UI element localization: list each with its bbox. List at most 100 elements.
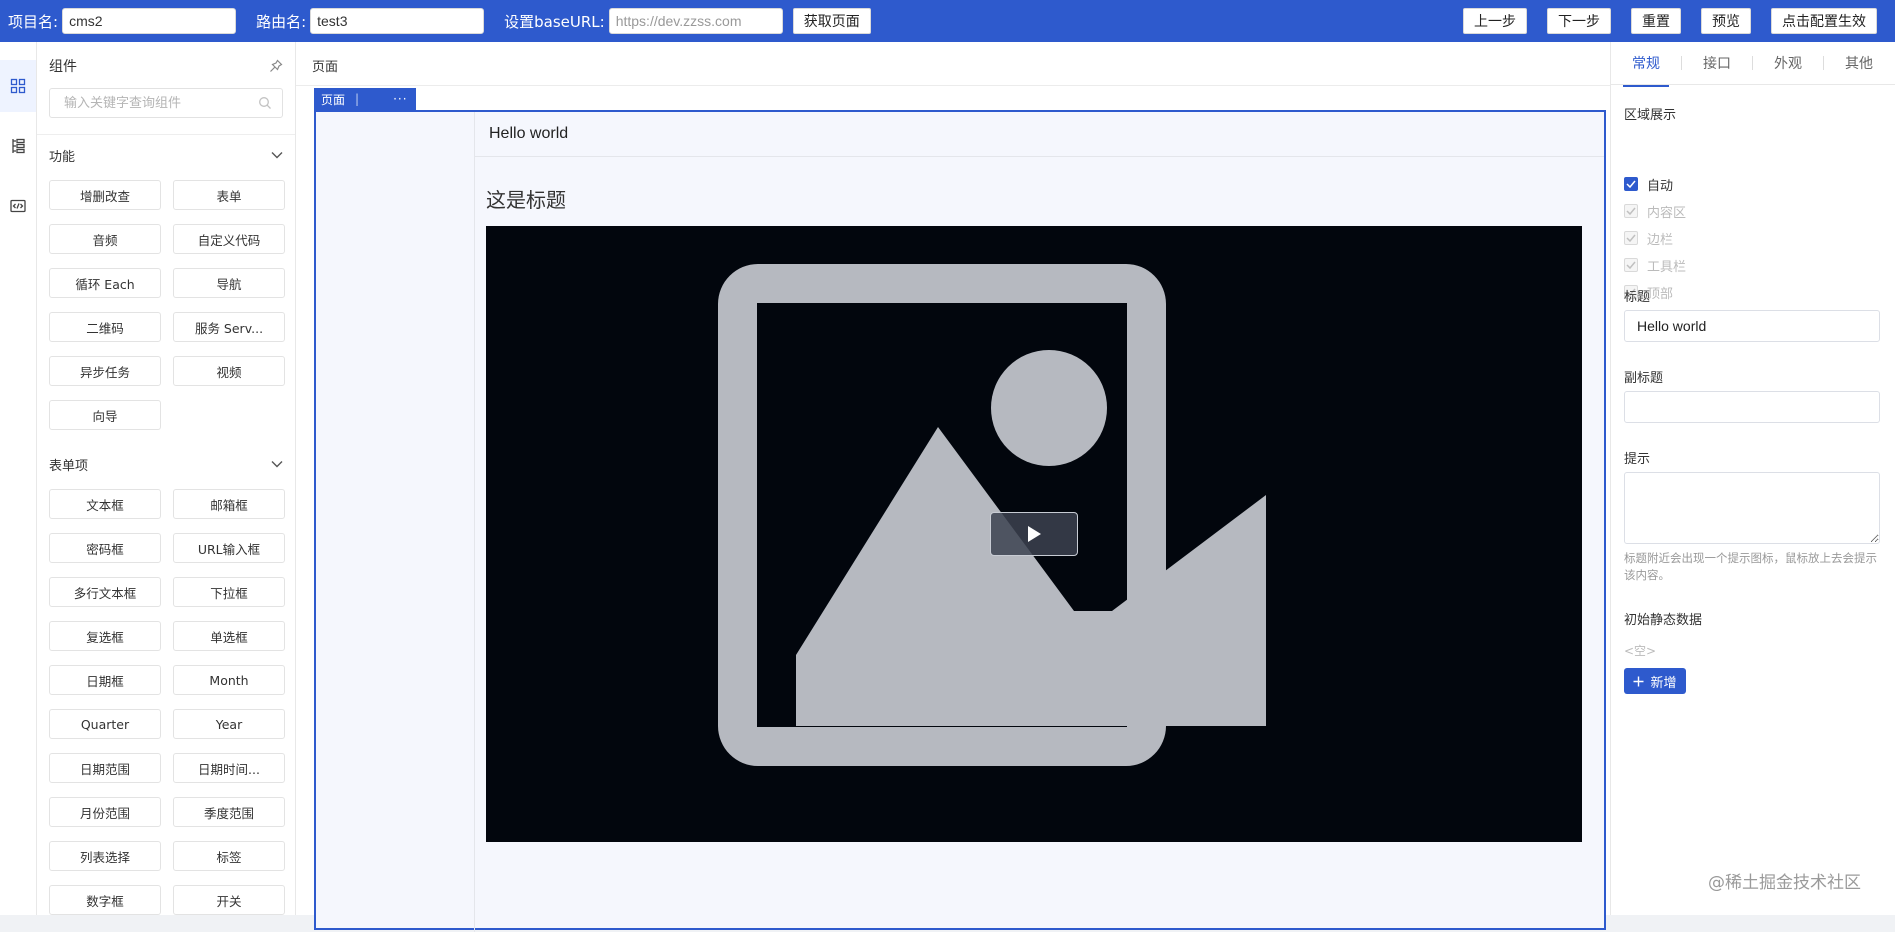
- apply-config-button[interactable]: 点击配置生效: [1771, 8, 1877, 34]
- component-panel-header: 组件: [49, 56, 283, 76]
- component-panel-title: 组件: [49, 59, 77, 75]
- component-item-button[interactable]: 多行文本框: [49, 577, 161, 607]
- chevron-down-icon: [271, 461, 283, 468]
- property-tabs: 常规 接口 外观 其他: [1611, 42, 1895, 87]
- tip-label: 提示: [1624, 452, 1651, 467]
- section-header-form-items[interactable]: 表单项: [49, 454, 283, 474]
- component-item-button[interactable]: 自定义代码: [173, 224, 285, 254]
- route-name-label: 路由名:: [256, 12, 307, 31]
- title-input[interactable]: [1624, 310, 1880, 342]
- component-item-button[interactable]: 日期范围: [49, 753, 161, 783]
- tab-api[interactable]: 接口: [1682, 53, 1752, 73]
- component-item-button[interactable]: Quarter: [49, 709, 161, 739]
- component-item-button[interactable]: 文本框: [49, 489, 161, 519]
- outline-tree-icon: [12, 138, 25, 154]
- chevron-down-icon: [271, 152, 283, 159]
- component-item-button[interactable]: 开关: [173, 885, 285, 915]
- component-item-button[interactable]: 视频: [173, 356, 285, 386]
- component-item-button[interactable]: 季度范围: [173, 797, 285, 827]
- component-item-button[interactable]: 日期框: [49, 665, 161, 695]
- subtitle-label: 副标题: [1624, 371, 1664, 386]
- more-actions-icon[interactable]: ···: [393, 92, 407, 106]
- component-item-button[interactable]: 日期时间...: [173, 753, 285, 783]
- component-item-button[interactable]: 增删改查: [49, 180, 161, 210]
- component-item-button[interactable]: 音频: [49, 224, 161, 254]
- watermark: @稀土掘金技术社区: [1708, 873, 1861, 893]
- component-search-input[interactable]: [62, 89, 258, 117]
- component-item-button[interactable]: 月份范围: [49, 797, 161, 827]
- component-item-button[interactable]: 向导: [49, 400, 161, 430]
- component-item-button[interactable]: Year: [173, 709, 285, 739]
- baseurl-input[interactable]: [608, 8, 783, 34]
- component-item-button[interactable]: 下拉框: [173, 577, 285, 607]
- rail-outline-tab[interactable]: [0, 120, 36, 172]
- selected-node-name: 页面: [321, 92, 346, 107]
- tip-hint-text: 标题附近会出现一个提示图标，鼠标放上去会提示该内容。: [1624, 551, 1877, 582]
- project-name-label: 项目名:: [8, 12, 59, 31]
- region-checkbox-1: 内容区: [1624, 202, 1686, 221]
- prev-step-button[interactable]: 上一步: [1463, 8, 1527, 34]
- tip-textarea[interactable]: [1624, 472, 1880, 544]
- code-icon: [10, 199, 26, 213]
- route-name-input[interactable]: [310, 8, 485, 34]
- component-item-button[interactable]: 表单: [173, 180, 285, 210]
- checkbox-icon: [1624, 204, 1638, 218]
- title-label: 标题: [1624, 290, 1651, 305]
- baseurl-label: 设置baseURL:: [504, 12, 605, 31]
- icon-rail: [0, 42, 37, 915]
- add-static-data-button[interactable]: 新增: [1624, 668, 1686, 694]
- page-preview[interactable]: Hello world 这是标题: [314, 110, 1606, 932]
- top-toolbar: 项目名: 路由名: 设置baseURL: 获取页面 上一步 下一步 重置 预览 …: [0, 0, 1895, 42]
- component-item-button[interactable]: 邮箱框: [173, 489, 285, 519]
- component-item-button[interactable]: 列表选择: [49, 841, 161, 871]
- component-panel: 组件 功能 增删改查表单音频自定义代码循环 Each 导航二维码服务 Serv..…: [37, 42, 296, 915]
- selected-node-tag[interactable]: 页面 | ···: [314, 88, 416, 110]
- checkbox-icon: [1624, 231, 1638, 245]
- region-checkbox-3: 工具栏: [1624, 256, 1686, 275]
- region-checkbox-0[interactable]: 自动: [1624, 175, 1674, 194]
- add-button-label: 新增: [1650, 675, 1677, 691]
- static-data-empty: <空>: [1624, 644, 1657, 658]
- component-item-button[interactable]: 服务 Serv...: [173, 312, 285, 342]
- breadcrumb[interactable]: 页面: [312, 56, 338, 75]
- component-item-button[interactable]: 复选框: [49, 621, 161, 651]
- component-item-button[interactable]: Month: [173, 665, 285, 695]
- static-data-label: 初始静态数据: [1624, 613, 1703, 628]
- page-aside-region[interactable]: [316, 112, 475, 932]
- project-name-input[interactable]: [62, 8, 237, 34]
- component-item-button[interactable]: 异步任务: [49, 356, 161, 386]
- page-header-region[interactable]: Hello world: [475, 112, 1604, 157]
- component-item-button[interactable]: 数字框: [49, 885, 161, 915]
- component-item-button[interactable]: URL输入框: [173, 533, 285, 563]
- component-item-button[interactable]: 标签: [173, 841, 285, 871]
- rail-code-tab[interactable]: [0, 180, 36, 232]
- component-search: [49, 88, 283, 118]
- subtitle-input[interactable]: [1624, 391, 1880, 423]
- rail-components-tab[interactable]: [0, 60, 36, 112]
- component-item-button[interactable]: 循环 Each: [49, 268, 161, 298]
- page-header-title: Hello world: [489, 125, 569, 142]
- section-title: 表单项: [49, 458, 89, 474]
- component-item-button[interactable]: 导航: [173, 268, 285, 298]
- reset-button[interactable]: 重置: [1631, 8, 1681, 34]
- section-header-function[interactable]: 功能: [49, 145, 283, 165]
- tab-appearance[interactable]: 外观: [1753, 53, 1823, 73]
- video-player[interactable]: [486, 226, 1582, 842]
- content-title[interactable]: 这是标题: [486, 184, 566, 213]
- component-item-button[interactable]: 二维码: [49, 312, 161, 342]
- component-item-button[interactable]: 单选框: [173, 621, 285, 651]
- region-checkbox-2: 边栏: [1624, 229, 1674, 248]
- tab-other[interactable]: 其他: [1824, 53, 1894, 73]
- region-checkbox-label: 自动: [1647, 178, 1674, 194]
- tab-general[interactable]: 常规: [1611, 53, 1681, 87]
- region-checkbox-label: 边栏: [1647, 232, 1674, 248]
- preview-button[interactable]: 预览: [1701, 8, 1751, 34]
- play-button[interactable]: [990, 512, 1078, 556]
- region-display-label: 区域展示: [1624, 108, 1677, 123]
- next-step-button[interactable]: 下一步: [1547, 8, 1611, 34]
- checkbox-icon[interactable]: [1624, 177, 1638, 191]
- pin-icon[interactable]: [269, 59, 283, 73]
- fetch-page-button[interactable]: 获取页面: [792, 8, 871, 34]
- form-item-component-grid: 文本框 邮箱框 密码框 URL输入框 多行文本框 下拉框 复选框 单选框 日期框 Month Qua…: [49, 489, 285, 915]
- component-item-button[interactable]: 密码框: [49, 533, 161, 563]
